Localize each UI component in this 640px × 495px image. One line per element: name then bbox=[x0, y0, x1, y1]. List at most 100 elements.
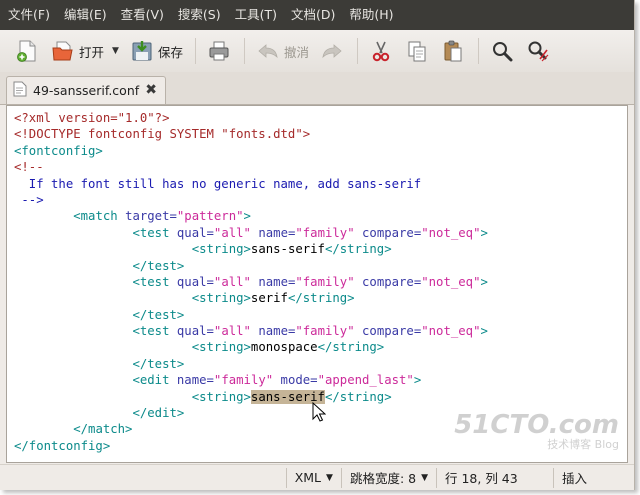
insert-mode: 插入 bbox=[553, 467, 634, 488]
watermark: 51CTO.com 技术博客 Blog bbox=[454, 410, 619, 452]
close-icon[interactable]: ✖ bbox=[145, 82, 157, 98]
find-replace-icon bbox=[525, 38, 551, 64]
tab-width-label: 跳格宽度: 8 bbox=[349, 471, 417, 486]
code-token: </test> bbox=[132, 258, 185, 273]
code-token: <!-- bbox=[14, 160, 44, 175]
code-token: compare= bbox=[354, 225, 422, 240]
undo-label: 撤消 bbox=[283, 44, 309, 60]
new-button[interactable] bbox=[10, 34, 44, 68]
code-token: <test bbox=[132, 225, 177, 240]
open-recent-dropdown-icon[interactable]: ▼ bbox=[112, 46, 119, 56]
clipboard-icon bbox=[440, 38, 466, 64]
toolbar: 打开 ▼ 保存 撤消 bbox=[0, 30, 634, 72]
dropdown-arrow-icon: ▼ bbox=[326, 472, 333, 483]
menu-help[interactable]: 帮助(H) bbox=[342, 0, 400, 30]
copy-icon bbox=[404, 38, 430, 64]
menu-bar: 文件(F) 编辑(E) 查看(V) 搜索(S) 工具(T) 文档(D) 帮助(H… bbox=[0, 0, 634, 30]
menu-view[interactable]: 查看(V) bbox=[114, 0, 171, 30]
code-line: <string>sans-serif</string> bbox=[14, 241, 488, 257]
open-label: 打开 bbox=[79, 44, 105, 60]
save-button[interactable]: 保存 bbox=[125, 34, 187, 68]
code-token: qual= bbox=[176, 225, 214, 240]
code-token: "family" bbox=[295, 274, 355, 289]
code-token: <test bbox=[132, 274, 177, 289]
cursor-position: 行 18, 列 43 bbox=[436, 467, 553, 488]
save-icon bbox=[129, 38, 155, 64]
replace-button[interactable] bbox=[521, 34, 555, 68]
code-token: <test bbox=[132, 324, 177, 339]
paste-button[interactable] bbox=[436, 34, 470, 68]
code-token: </string> bbox=[287, 291, 355, 306]
code-line: </test> bbox=[14, 258, 488, 274]
tab-bar: 49-sansserif.conf ✖ bbox=[0, 72, 634, 105]
toolbar-separator bbox=[477, 38, 479, 64]
code-token: <fontconfig> bbox=[14, 143, 103, 158]
code-token: serif bbox=[250, 291, 288, 306]
toolbar-separator bbox=[194, 38, 196, 64]
code-token: "append_last" bbox=[317, 373, 414, 388]
printer-icon bbox=[206, 38, 232, 64]
code-line: <test qual="all" name="family" compare="… bbox=[14, 274, 488, 290]
code-token: "family" bbox=[295, 225, 355, 240]
code-line: </test> bbox=[14, 356, 488, 372]
copy-button[interactable] bbox=[400, 34, 434, 68]
code-token: "not_eq" bbox=[421, 274, 481, 289]
redo-arrow-icon bbox=[319, 38, 345, 64]
code-token: > bbox=[480, 225, 488, 240]
cut-button[interactable] bbox=[364, 34, 398, 68]
save-label: 保存 bbox=[157, 44, 183, 60]
undo-arrow-icon bbox=[255, 38, 281, 64]
code-token: <string> bbox=[191, 340, 251, 355]
code-token: > bbox=[480, 274, 488, 289]
code-token: "family" bbox=[213, 373, 274, 388]
code-token: <string> bbox=[191, 291, 251, 306]
menu-edit[interactable]: 编辑(E) bbox=[57, 0, 114, 30]
code-token: > bbox=[480, 324, 488, 339]
find-button[interactable] bbox=[485, 34, 519, 68]
code-token: </string> bbox=[324, 242, 392, 257]
dropdown-arrow-icon: ▼ bbox=[421, 472, 428, 483]
code-token: </string> bbox=[317, 340, 385, 355]
code-line: <match target="pattern"> bbox=[14, 208, 488, 224]
code-line: <string>monospace</string> bbox=[14, 339, 488, 355]
code-token: <?xml version="1.0"?> bbox=[14, 111, 170, 125]
code-token: <match bbox=[73, 209, 126, 224]
code-line: <test qual="all" name="family" compare="… bbox=[14, 323, 488, 339]
code-token: qual= bbox=[176, 324, 214, 339]
code-token: <string> bbox=[191, 389, 251, 404]
code-line: If the font still has no generic name, a… bbox=[14, 176, 488, 192]
code-line: --> bbox=[14, 192, 488, 208]
code-token: name= bbox=[176, 373, 214, 388]
redo-button[interactable] bbox=[315, 34, 349, 68]
code-token: </edit> bbox=[132, 406, 185, 421]
menu-tools[interactable]: 工具(T) bbox=[228, 0, 284, 30]
menu-documents[interactable]: 文档(D) bbox=[284, 0, 342, 30]
undo-button[interactable]: 撤消 bbox=[251, 34, 313, 68]
code-line: <test qual="all" name="family" compare="… bbox=[14, 225, 488, 241]
print-button[interactable] bbox=[202, 34, 236, 68]
code-token: qual= bbox=[176, 274, 214, 289]
code-line: <!-- bbox=[14, 159, 488, 175]
open-button[interactable]: 打开 bbox=[46, 34, 108, 68]
menu-search[interactable]: 搜索(S) bbox=[171, 0, 228, 30]
language-label: XML bbox=[294, 470, 322, 485]
code-line: <!DOCTYPE fontconfig SYSTEM "fonts.dtd"> bbox=[14, 126, 488, 142]
code-token: "all" bbox=[213, 324, 251, 339]
code-token: name= bbox=[250, 274, 296, 289]
language-selector[interactable]: XML ▼ bbox=[285, 467, 341, 488]
menu-file[interactable]: 文件(F) bbox=[0, 0, 57, 30]
code-token: monospace bbox=[250, 340, 318, 355]
tab-width-selector[interactable]: 跳格宽度: 8 ▼ bbox=[340, 467, 436, 488]
tab-document[interactable]: 49-sansserif.conf ✖ bbox=[6, 76, 166, 104]
code-line: <string>sans-serif</string> bbox=[14, 389, 488, 405]
